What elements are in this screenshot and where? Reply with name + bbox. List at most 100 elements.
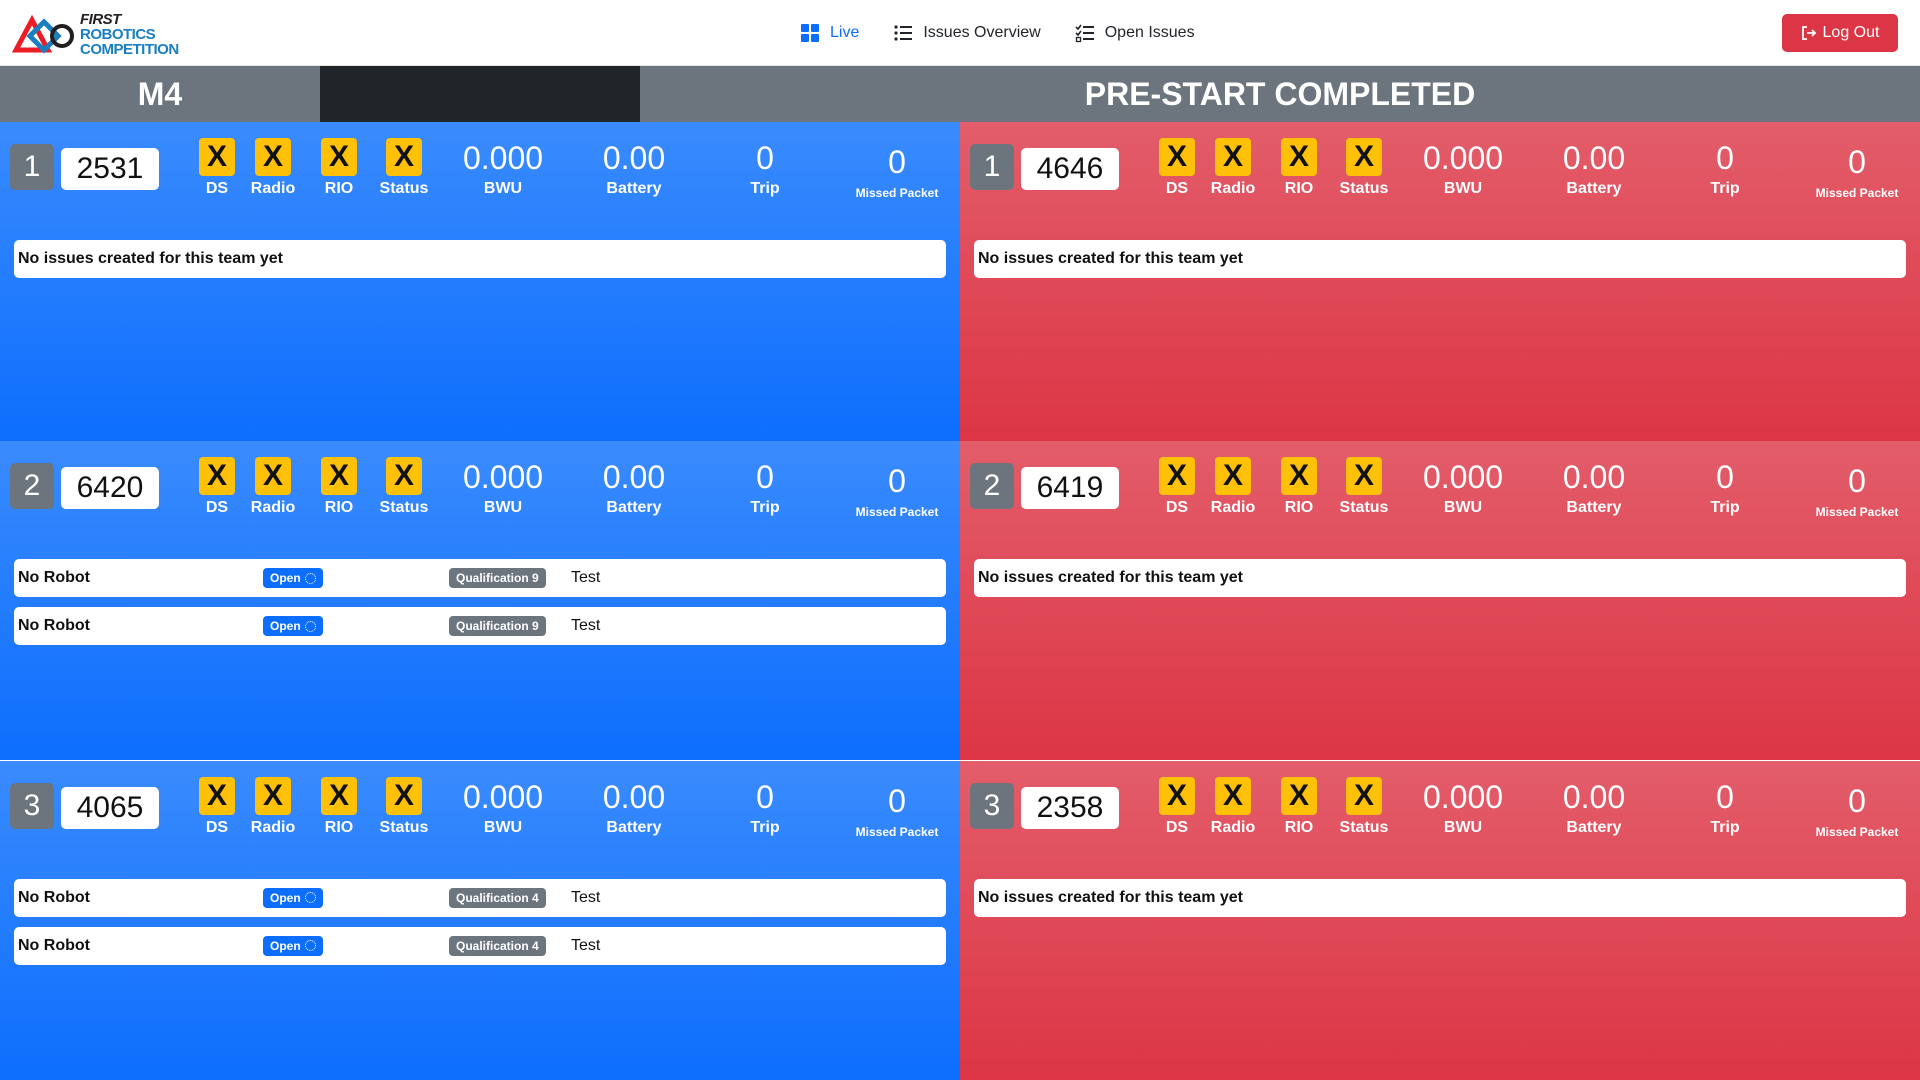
- spinner-icon: [304, 940, 316, 952]
- spinner-icon: [304, 892, 316, 904]
- radio-x-icon: X: [1215, 138, 1251, 176]
- rio-x-icon: X: [321, 776, 357, 815]
- battery-label: Battery: [1566, 818, 1622, 836]
- trip-label: Trip: [1710, 818, 1740, 836]
- ds-x-icon: X: [1159, 138, 1195, 176]
- issue-state-label: Open: [270, 890, 301, 905]
- issue-title: No Robot: [18, 888, 90, 906]
- ds-x-icon: X: [199, 776, 235, 815]
- radio-label: Radio: [250, 818, 296, 836]
- nav-links: Live Issues Overview Open Issues: [800, 0, 1195, 66]
- issue-row[interactable]: No Robot Open Qualification 4 Test: [14, 926, 946, 965]
- team-number[interactable]: 6419: [1021, 467, 1119, 510]
- nav-open-issues[interactable]: Open Issues: [1075, 23, 1195, 43]
- status-x-icon: X: [1346, 138, 1382, 176]
- battery-metric: 0.00 Battery: [569, 140, 699, 198]
- missed-packet-value: 0: [1848, 782, 1866, 819]
- radio-label: Radio: [1210, 499, 1256, 517]
- radio-x-icon: X: [1215, 457, 1251, 496]
- missed-packet-metric: 0 Missed Packet: [832, 463, 962, 519]
- no-issues-text: No issues created for this team yet: [18, 250, 283, 267]
- station-number: 1: [10, 144, 54, 190]
- team-number[interactable]: 6420: [61, 467, 159, 510]
- team-number[interactable]: 2531: [61, 148, 159, 190]
- logo-wordmark: FIRST ROBOTICS COMPETITION: [80, 12, 179, 57]
- radio-indicator: X Radio: [1198, 457, 1268, 517]
- radio-indicator: X Radio: [238, 138, 308, 198]
- battery-label: Battery: [606, 499, 662, 517]
- battery-value: 0.00: [602, 778, 666, 815]
- logout-label: Log Out: [1822, 24, 1880, 41]
- nav-live[interactable]: Live: [800, 23, 859, 43]
- issue-row[interactable]: No Robot Open Qualification 9 Test: [14, 559, 946, 598]
- battery-value: 0.00: [1562, 778, 1626, 815]
- ds-x-icon: X: [1159, 457, 1195, 496]
- bwu-label: BWU: [483, 818, 523, 836]
- bwu-label: BWU: [483, 499, 523, 517]
- status-label: Status: [379, 818, 429, 836]
- team-number[interactable]: 2358: [1021, 786, 1119, 829]
- trip-label: Trip: [1710, 499, 1740, 517]
- battery-value: 0.00: [602, 459, 666, 496]
- status-label: Status: [1339, 818, 1389, 836]
- no-issues-row: No issues created for this team yet: [974, 559, 1906, 598]
- bwu-label: BWU: [1443, 499, 1483, 517]
- bwu-value: 0.000: [462, 459, 544, 496]
- rio-indicator: X RIO: [304, 138, 374, 198]
- bwu-value: 0.000: [1422, 778, 1504, 815]
- radio-indicator: X Radio: [238, 457, 308, 517]
- radio-label: Radio: [1210, 818, 1256, 836]
- blue-station-3: 3 4065 X DS X Radio X RIO X Status 0.000…: [0, 760, 960, 1080]
- battery-metric: 0.00 Battery: [569, 459, 699, 517]
- trip-label: Trip: [750, 818, 780, 836]
- spinner-icon: [304, 572, 316, 584]
- logo-first-text: FIRST: [80, 11, 121, 28]
- issue-open-badge: Open: [263, 616, 323, 637]
- ds-x-icon: X: [199, 138, 235, 176]
- blue-station-1: 1 2531 X DS X Radio X RIO X Status 0.000…: [0, 122, 960, 441]
- rio-indicator: X RIO: [304, 457, 374, 517]
- radio-label: Radio: [250, 499, 296, 517]
- status-indicator: X Status: [1329, 776, 1399, 837]
- issue-description: Test: [571, 888, 601, 906]
- rio-indicator: X RIO: [1264, 776, 1334, 837]
- rio-x-icon: X: [1281, 457, 1317, 496]
- status-label: Status: [1339, 499, 1389, 517]
- rio-label: RIO: [1284, 499, 1314, 517]
- battery-metric: 0.00 Battery: [1529, 459, 1659, 517]
- no-issues-text: No issues created for this team yet: [978, 569, 1243, 587]
- first-robotics-logo[interactable]: FIRST ROBOTICS COMPETITION: [12, 10, 184, 57]
- trip-value: 0: [756, 140, 774, 176]
- bwu-value: 0.000: [1422, 459, 1504, 496]
- team-number[interactable]: 4065: [61, 786, 159, 829]
- missed-packet-value: 0: [1848, 463, 1866, 500]
- logout-button[interactable]: Log Out: [1782, 14, 1898, 52]
- station-number: 2: [10, 463, 54, 510]
- grid-icon: [801, 24, 819, 42]
- trip-value: 0: [756, 778, 774, 815]
- issue-match-badge: Qualification 9: [449, 616, 546, 637]
- rio-label: RIO: [324, 499, 354, 517]
- ds-x-icon: X: [1159, 776, 1195, 815]
- bwu-metric: 0.000 BWU: [438, 459, 568, 517]
- nav-open-issues-label: Open Issues: [1104, 24, 1195, 41]
- issue-match-badge: Qualification 9: [449, 568, 546, 589]
- bwu-value: 0.000: [462, 778, 544, 815]
- rio-indicator: X RIO: [1264, 138, 1334, 198]
- logo-robotics-text: ROBOTICS: [80, 26, 156, 43]
- status-label: Status: [1339, 180, 1389, 197]
- status-x-icon: X: [386, 776, 422, 815]
- bwu-metric: 0.000 BWU: [438, 140, 568, 198]
- issue-row[interactable]: No Robot Open Qualification 4 Test: [14, 878, 946, 917]
- rio-x-icon: X: [321, 138, 357, 176]
- nav-issues-overview[interactable]: Issues Overview: [893, 23, 1041, 43]
- logout-icon: [1801, 26, 1816, 40]
- team-number[interactable]: 4646: [1021, 148, 1119, 190]
- radio-x-icon: X: [1215, 776, 1251, 815]
- issue-row[interactable]: No Robot Open Qualification 9 Test: [14, 607, 946, 646]
- status-indicator: X Status: [1329, 138, 1399, 198]
- trip-metric: 0 Trip: [700, 459, 830, 517]
- missed-packet-label: Missed Packet: [1815, 505, 1899, 520]
- nav-issues-overview-label: Issues Overview: [923, 24, 1041, 41]
- battery-value: 0.00: [1562, 140, 1626, 176]
